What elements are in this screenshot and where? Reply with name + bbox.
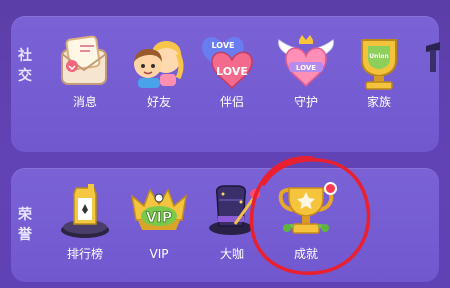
- social-item-family-label: 家族: [366, 95, 391, 109]
- svg-text:LOVE: LOVE: [216, 65, 248, 78]
- honor-section-label: 荣 誉: [16, 205, 34, 245]
- social-label-char-1: 社: [18, 48, 32, 64]
- top-hat-wand-icon: [201, 180, 263, 242]
- social-section-label: 社 交: [16, 46, 34, 86]
- honor-item-big-shot-label: 大咖: [219, 247, 244, 261]
- social-item-messages-label: 消息: [72, 95, 97, 109]
- honor-item-leaderboard[interactable]: 排行榜: [49, 180, 121, 261]
- honor-label-char-2: 誉: [18, 227, 32, 243]
- winged-heart-icon: LOVE: [275, 32, 337, 94]
- couple-icon: [128, 32, 190, 94]
- honor-item-vip-label: VIP: [149, 247, 169, 261]
- social-item-partner[interactable]: LOVE LOVE 伴侣: [196, 32, 268, 109]
- social-label-char-2: 交: [18, 68, 32, 84]
- svg-text:LOVE: LOVE: [211, 41, 234, 50]
- love-hearts-icon: LOVE LOVE: [201, 32, 263, 94]
- social-item-friends[interactable]: 好友: [123, 32, 195, 109]
- honor-item-vip[interactable]: VIP VIP: [123, 180, 195, 261]
- family-trophy-icon: Union: [348, 32, 410, 94]
- honor-item-achievements-label: 成就: [293, 247, 318, 261]
- honor-label-char-1: 荣: [18, 207, 32, 223]
- honor-item-leaderboard-label: 排行榜: [66, 247, 103, 261]
- svg-text:VIP: VIP: [146, 210, 172, 226]
- social-item-friends-label: 好友: [146, 95, 171, 109]
- social-item-messages[interactable]: 消息: [49, 32, 121, 109]
- social-item-family[interactable]: Union 家族: [343, 32, 415, 109]
- honor-item-big-shot[interactable]: 大咖: [196, 180, 268, 261]
- leaderboard-icon: [54, 180, 116, 242]
- svg-text:Union: Union: [369, 53, 389, 60]
- svg-text:LOVE: LOVE: [296, 64, 316, 72]
- social-item-guard[interactable]: LOVE 守护: [270, 32, 342, 109]
- honor-item-achievements[interactable]: 成就: [270, 180, 342, 261]
- social-item-partial-icon[interactable]: [424, 40, 442, 76]
- social-item-partner-label: 伴侣: [219, 95, 244, 109]
- vip-crown-icon: VIP: [128, 180, 190, 242]
- envelope-icon: [54, 32, 116, 94]
- social-item-guard-label: 守护: [293, 95, 318, 109]
- achievements-notification-dot: [324, 182, 337, 195]
